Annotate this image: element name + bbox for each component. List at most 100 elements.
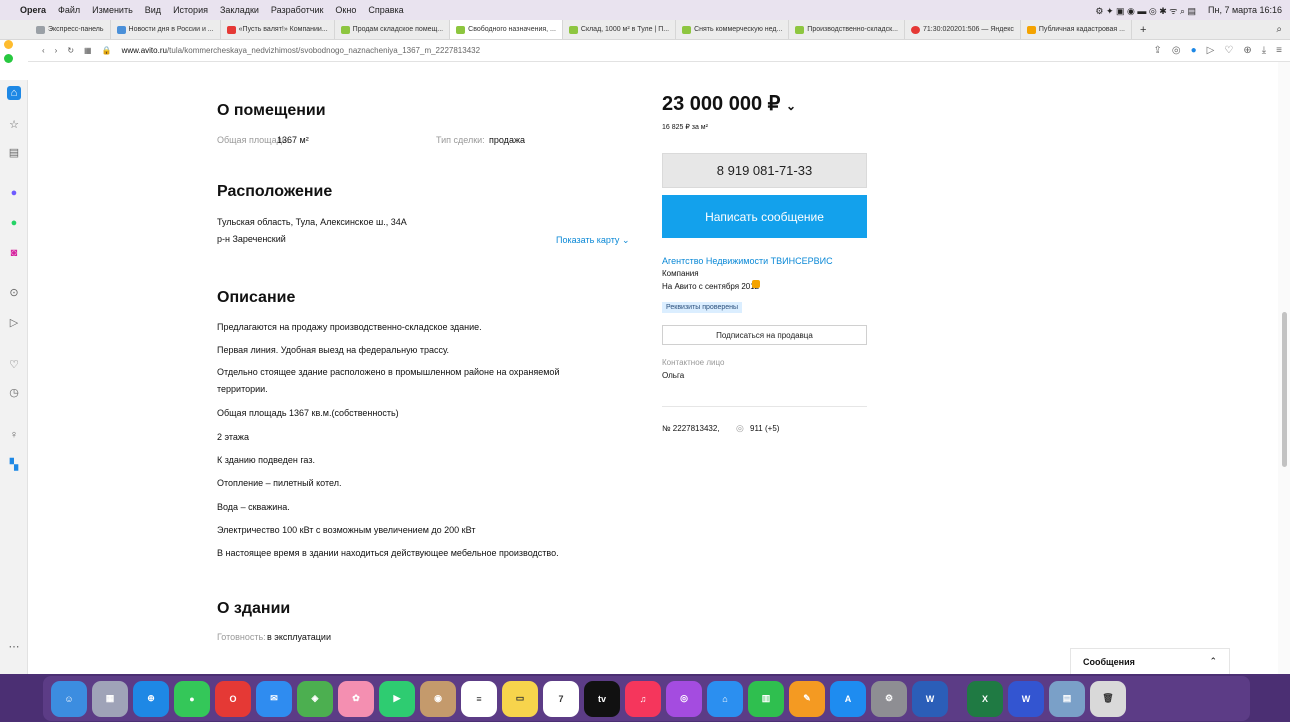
seller-name-link[interactable]: Агентство Недвижимости ТВИНСЕРВИС [662, 256, 833, 266]
tab-news[interactable]: Новости дня в России и ... [111, 20, 221, 39]
menu-help[interactable]: Справка [368, 5, 403, 15]
download-icon[interactable]: ⤓ [1262, 45, 1266, 56]
write-message-button[interactable]: Написать сообщение [662, 195, 867, 238]
menu-edit[interactable]: Изменить [92, 5, 133, 15]
menu-icon[interactable]: ≡ [1276, 45, 1282, 56]
back-icon[interactable]: ‹ [42, 46, 45, 55]
facetime-icon[interactable]: ▶ [379, 680, 415, 717]
show-phone-button[interactable]: 8 919 081-71-33 [662, 153, 867, 188]
messages-icon[interactable]: ● [174, 680, 210, 717]
opera-icon[interactable]: O [215, 680, 251, 717]
tab-rent-commercial[interactable]: Снять коммерческую нед... [676, 20, 790, 39]
minimize-window-icon[interactable] [4, 40, 13, 49]
send-icon[interactable]: ▷ [7, 316, 21, 330]
speed-dial-icon[interactable]: ▦ [84, 46, 92, 55]
menu-developer[interactable]: Разработчик [271, 5, 323, 15]
pages-icon[interactable]: ✎ [789, 680, 825, 717]
extensions-icon[interactable]: ⊕ [1243, 45, 1251, 56]
maps-icon[interactable]: ◈ [297, 680, 333, 717]
notes-icon[interactable]: ▭ [502, 680, 538, 717]
contact-name: Ольга [662, 371, 685, 380]
system-preferences-icon[interactable]: ⚙ [871, 680, 907, 717]
news-icon [116, 25, 126, 34]
instagram-icon[interactable]: ◙ [7, 246, 21, 260]
safari-icon[interactable]: ⊕ [133, 680, 169, 717]
tab-express-panel[interactable]: Экспресс-панель [30, 20, 111, 39]
tab-search-icon[interactable]: ⌕ [1276, 24, 1290, 35]
keynote-icon[interactable]: ⌂ [707, 680, 743, 717]
area-value: 1367 м² [277, 135, 309, 145]
reminders-icon[interactable]: ≡ [461, 680, 497, 717]
bulb-icon[interactable]: ♀ [7, 428, 21, 442]
menu-view[interactable]: Вид [145, 5, 161, 15]
menu-file[interactable]: Файл [58, 5, 80, 15]
description-title: Описание [217, 289, 296, 306]
messenger-icon[interactable]: ● [7, 186, 21, 200]
camera-icon[interactable]: ◎ [1172, 45, 1181, 56]
finder-icon[interactable]: ☺ [51, 680, 87, 717]
launchpad-icon[interactable]: ▦ [92, 680, 128, 717]
tab-companies[interactable]: «Пусть валят!» Компании... [221, 20, 335, 39]
description-line: Вода – скважина. [217, 502, 290, 512]
price: 23 000 000 ₽ ⌄ [662, 93, 797, 115]
avito-icon [568, 25, 578, 34]
contacts-icon[interactable]: ◉ [420, 680, 456, 717]
vpn-icon[interactable]: ● [1191, 45, 1197, 56]
star-icon[interactable]: ☆ [7, 118, 21, 132]
apple-tv-icon[interactable]: tv [584, 680, 620, 717]
menu-history[interactable]: История [173, 5, 208, 15]
price-per-meter: 16 825 ₽ за м² [662, 124, 708, 131]
url-field[interactable]: www.avito.ru/tula/kommercheskaya_nedvizh… [122, 46, 480, 55]
heart-icon[interactable]: ♡ [7, 358, 21, 372]
news-icon[interactable]: ▤ [7, 146, 21, 160]
new-tab-plus-icon[interactable]: + [1132, 24, 1154, 36]
heart-icon[interactable]: ♡ [1224, 45, 1233, 56]
mail-icon[interactable]: ✉ [256, 680, 292, 717]
tab-warehouse-sale[interactable]: Продам складское помещ... [335, 20, 451, 39]
calendar-icon[interactable]: 7 [543, 680, 579, 717]
scrollbar[interactable] [1278, 62, 1290, 674]
seller-since: На Авито с сентября 2012 [662, 282, 760, 291]
history-icon[interactable]: ◷ [7, 386, 21, 400]
player-icon[interactable]: ▷ [1207, 45, 1215, 56]
home-icon[interactable]: ⌂ [7, 86, 21, 100]
messages-panel[interactable]: Сообщения ⌃ [1070, 648, 1230, 674]
photos-icon[interactable]: ✿ [338, 680, 374, 717]
player-icon[interactable]: ⊙ [7, 286, 21, 300]
scrollbar-thumb[interactable] [1282, 312, 1287, 467]
clock[interactable]: Пн, 7 марта 16:16 [1208, 5, 1282, 15]
description-line: 2 этажа [217, 432, 249, 442]
description-line: Отдельно стоящее здание расположено в пр… [217, 367, 560, 377]
zoom-window-icon[interactable] [4, 54, 13, 63]
menu-window[interactable]: Окно [335, 5, 356, 15]
tab-warehouse-1000[interactable]: Склад, 1000 м² в Туле | П... [563, 20, 677, 39]
whatsapp-icon[interactable]: ● [7, 216, 21, 230]
podcasts-icon[interactable]: ◎ [666, 680, 702, 717]
chevron-up-icon[interactable]: ⌃ [1209, 656, 1217, 667]
tab-industrial[interactable]: Производственно-складск... [789, 20, 905, 39]
reload-icon[interactable]: ↻ [67, 46, 74, 55]
tab-yandex[interactable]: 71:30:020201:506 — Яндекс [905, 20, 1021, 39]
preview-icon[interactable]: ▤ [1049, 680, 1085, 717]
word-icon[interactable]: W [912, 680, 948, 717]
seller-type: Компания [662, 269, 699, 278]
music-icon[interactable]: ♫ [625, 680, 661, 717]
menu-bar: Opera Файл Изменить Вид История Закладки… [0, 0, 1290, 20]
status-icons[interactable]: ⚙ ✦ ▣ ◉ ▬ ◎ ✱ ᯤ ⌕ ▤ [1095, 4, 1196, 17]
word-2-icon[interactable]: W [1008, 680, 1044, 717]
show-map-link[interactable]: Показать карту ⌄ [556, 235, 629, 246]
trash-icon[interactable]: 🗑 [1090, 680, 1126, 717]
chevron-down-icon[interactable]: ⌄ [786, 99, 796, 113]
excel-icon[interactable]: X [967, 680, 1003, 717]
share-icon[interactable]: ⇪ [1154, 45, 1162, 56]
numbers-icon[interactable]: ▥ [748, 680, 784, 717]
app-store-icon[interactable]: A [830, 680, 866, 717]
subscribe-seller-button[interactable]: Подписаться на продавца [662, 325, 867, 345]
menu-app-name[interactable]: Opera [20, 5, 46, 15]
extension-icon[interactable]: ▚ [7, 458, 21, 472]
menu-bookmarks[interactable]: Закладки [220, 5, 259, 15]
forward-icon[interactable]: › [55, 46, 58, 55]
tab-free-purpose[interactable]: Свободного назначения, ... [450, 20, 563, 39]
more-icon[interactable]: ⋯ [7, 640, 21, 654]
tab-cadastral[interactable]: Публичная кадастровая ... [1021, 20, 1132, 39]
